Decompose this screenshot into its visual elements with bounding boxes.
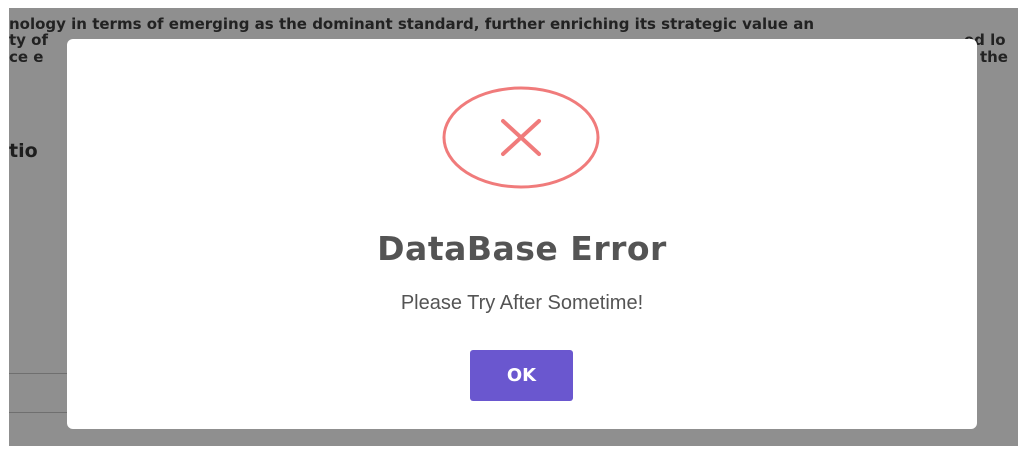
background-divider [9,412,69,413]
background-text-line: nology in terms of emerging as the domin… [9,15,815,33]
background-text-line: ty of [9,31,49,49]
dialog-title: DataBase Error [377,229,667,268]
error-x-circle-icon [442,86,600,189]
dialog-message: Please Try After Sometime! [400,292,644,314]
background-text-line: ce e [9,48,44,66]
background-heading-fragment: tio [9,140,38,162]
ok-button[interactable]: OK [470,350,573,401]
background-divider [9,373,69,374]
background-page: nology in terms of emerging as the domin… [9,8,1018,446]
error-dialog: DataBase Error Please Try After Sometime… [67,39,977,429]
